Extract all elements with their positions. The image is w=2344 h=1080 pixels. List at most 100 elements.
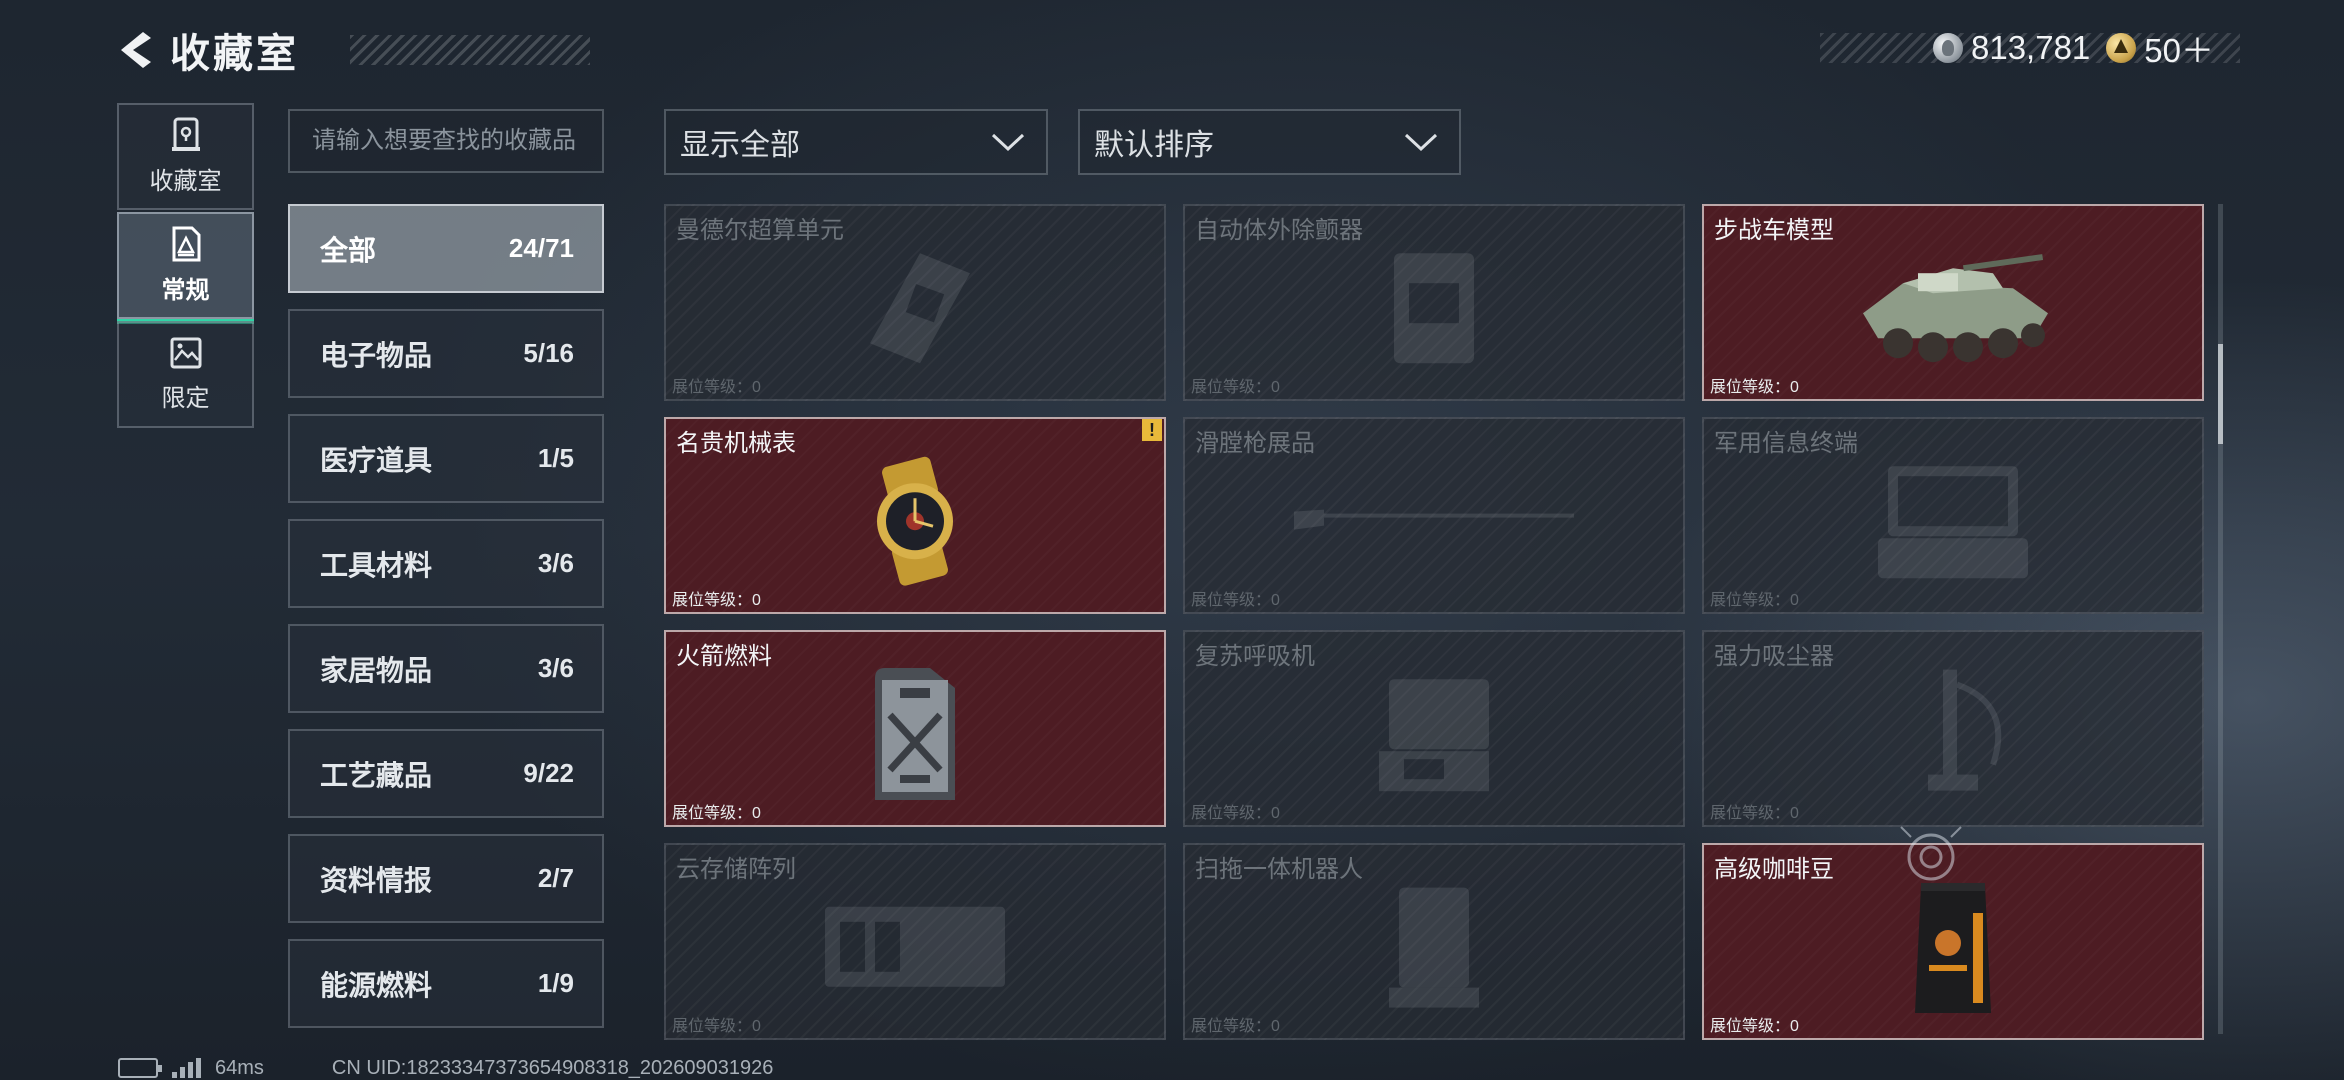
category-count: 1/9: [537, 968, 574, 998]
gold-amount: 50＋: [2144, 32, 2214, 69]
category-crafts[interactable]: 工艺藏品 9/22: [288, 729, 604, 818]
collection-card[interactable]: 扫拖一体机器人 展位等级：0: [1183, 843, 1685, 1040]
category-medical[interactable]: 医疗道具 1/5: [288, 414, 604, 503]
collection-card[interactable]: 名贵机械表 ! 展位等级：0: [664, 417, 1166, 614]
filter-selected: 显示全部: [680, 129, 800, 162]
server-array-icon: [825, 906, 1005, 987]
nav-tab-label: 常规: [161, 277, 210, 304]
category-intel[interactable]: 资料情报 2/7: [288, 834, 604, 923]
category-count: 5/16: [523, 338, 574, 368]
item-level: 展位等级：0: [672, 379, 761, 396]
defibrillator-icon: [1394, 252, 1474, 363]
item-level: 展位等级：0: [672, 592, 761, 609]
category-count: 24/71: [508, 233, 574, 263]
category-label: 工具材料: [320, 549, 433, 581]
collection-card[interactable]: 滑膛枪展品 展位等级：0: [1183, 417, 1685, 614]
scroll-thumb[interactable]: [2218, 344, 2223, 444]
item-name: 高级咖啡豆: [1714, 856, 1834, 883]
musket-icon: [1294, 509, 1574, 530]
collection-card[interactable]: 高级咖啡豆 展位等级：0: [1702, 843, 2204, 1040]
collection-card[interactable]: 复苏呼吸机 展位等级：0: [1183, 630, 1685, 827]
collection-card[interactable]: 军用信息终端 展位等级：0: [1702, 417, 2204, 614]
chevron-down-icon: [991, 133, 1025, 152]
nav-tab-label: 限定: [161, 385, 210, 412]
filter-dropdown[interactable]: 显示全部: [664, 109, 1048, 175]
nav-tab-label: 收藏室: [149, 168, 222, 195]
collection-card[interactable]: 曼德尔超算单元 展位等级：0: [664, 204, 1166, 401]
item-name: 曼德尔超算单元: [676, 217, 844, 244]
collection-card[interactable]: 强力吸尘器 展位等级：0: [1702, 630, 2204, 827]
category-list: 全部 24/71 电子物品 5/16 医疗道具 1/5 工具材料 3/6 家居物…: [288, 204, 604, 1044]
luxury-watch-icon: [877, 456, 953, 586]
signal-icon: [172, 1058, 201, 1078]
item-name: 扫拖一体机器人: [1195, 856, 1363, 883]
category-label: 工艺藏品: [320, 759, 433, 791]
item-level: 展位等级：0: [1191, 379, 1280, 396]
item-level: 展位等级：0: [1191, 1018, 1280, 1035]
fuel-canister-icon: [875, 667, 955, 800]
page-title: 收藏室: [170, 32, 299, 76]
item-name: 军用信息终端: [1714, 430, 1858, 457]
robot-cleaner-icon: [1389, 887, 1479, 1008]
nav-tab-regular[interactable]: 常规: [117, 212, 254, 324]
item-level: 展位等级：0: [1710, 592, 1799, 609]
item-level: 展位等级：0: [672, 805, 761, 822]
sort-dropdown[interactable]: 默认排序: [1078, 109, 1461, 175]
back-button[interactable]: [110, 20, 160, 80]
item-level: 展位等级：0: [1191, 805, 1280, 822]
image-icon: [170, 337, 201, 369]
category-tools[interactable]: 工具材料 3/6: [288, 519, 604, 608]
chevron-down-icon: [1404, 133, 1438, 152]
category-label: 资料情报: [320, 864, 433, 896]
collection-grid: 曼德尔超算单元 展位等级：0 自动体外除颤器 展位等级：0 步战车模型 展位等级…: [664, 204, 2204, 1040]
armored-vehicle-model-icon: [1863, 253, 2048, 362]
collection-card[interactable]: 步战车模型 展位等级：0: [1702, 204, 2204, 401]
side-nav: 收藏室 常规 限定: [117, 103, 254, 430]
title-block: 收藏室: [160, 20, 590, 80]
ping-text: 64ms: [215, 1056, 264, 1079]
item-name: 云存储阵列: [676, 856, 796, 883]
category-count: 3/6: [537, 653, 574, 683]
item-level: 展位等级：0: [1710, 379, 1799, 396]
back-arrow-icon: [121, 32, 151, 68]
ventilator-icon: [1379, 678, 1489, 791]
category-label: 医疗道具: [320, 444, 433, 476]
vault-icon: [171, 117, 200, 151]
item-level: 展位等级：0: [1710, 805, 1799, 822]
coffee-bag-icon: [1915, 882, 1991, 1013]
grid-scrollbar[interactable]: [2218, 204, 2223, 1034]
category-count: 3/6: [537, 548, 574, 578]
item-name: 火箭燃料: [676, 643, 772, 670]
computer-board-icon: [870, 252, 970, 363]
collection-card[interactable]: 云存储阵列 展位等级：0: [664, 843, 1166, 1040]
currency-bar: 813,781 50＋: [1820, 29, 2240, 69]
document-icon: [172, 226, 200, 262]
nav-tab-limited[interactable]: 限定: [117, 321, 254, 428]
category-count: 2/7: [537, 863, 574, 893]
gold-currency[interactable]: 50＋: [2106, 24, 2214, 72]
silver-currency[interactable]: 813,781: [1932, 29, 2090, 67]
collection-card[interactable]: 火箭燃料 展位等级：0: [664, 630, 1166, 827]
search-box[interactable]: [288, 109, 604, 173]
top-header: 收藏室: [110, 20, 590, 80]
nav-tab-vault[interactable]: 收藏室: [117, 103, 254, 210]
category-label: 全部: [320, 234, 377, 266]
uid-text: CN UID:18233347373654908318_202609031926: [331, 1056, 774, 1079]
rugged-laptop-icon: [1878, 465, 2028, 578]
gold-coin-icon: [2106, 33, 2137, 63]
alert-icon: !: [1142, 419, 1162, 441]
item-level: 展位等级：0: [672, 1018, 761, 1035]
sort-selected: 默认排序: [1094, 129, 1214, 162]
item-name: 自动体外除颤器: [1195, 217, 1363, 244]
category-all[interactable]: 全部 24/71: [288, 204, 604, 293]
category-label: 电子物品: [320, 339, 433, 371]
item-name: 复苏呼吸机: [1195, 643, 1315, 670]
category-electronics[interactable]: 电子物品 5/16: [288, 309, 604, 398]
category-label: 能源燃料: [320, 969, 433, 1001]
category-household[interactable]: 家居物品 3/6: [288, 624, 604, 713]
category-fuel[interactable]: 能源燃料 1/9: [288, 939, 604, 1028]
item-level: 展位等级：0: [1710, 1018, 1799, 1035]
search-input[interactable]: [312, 127, 580, 155]
item-name: 滑膛枪展品: [1195, 430, 1315, 457]
collection-card[interactable]: 自动体外除颤器 展位等级：0: [1183, 204, 1685, 401]
